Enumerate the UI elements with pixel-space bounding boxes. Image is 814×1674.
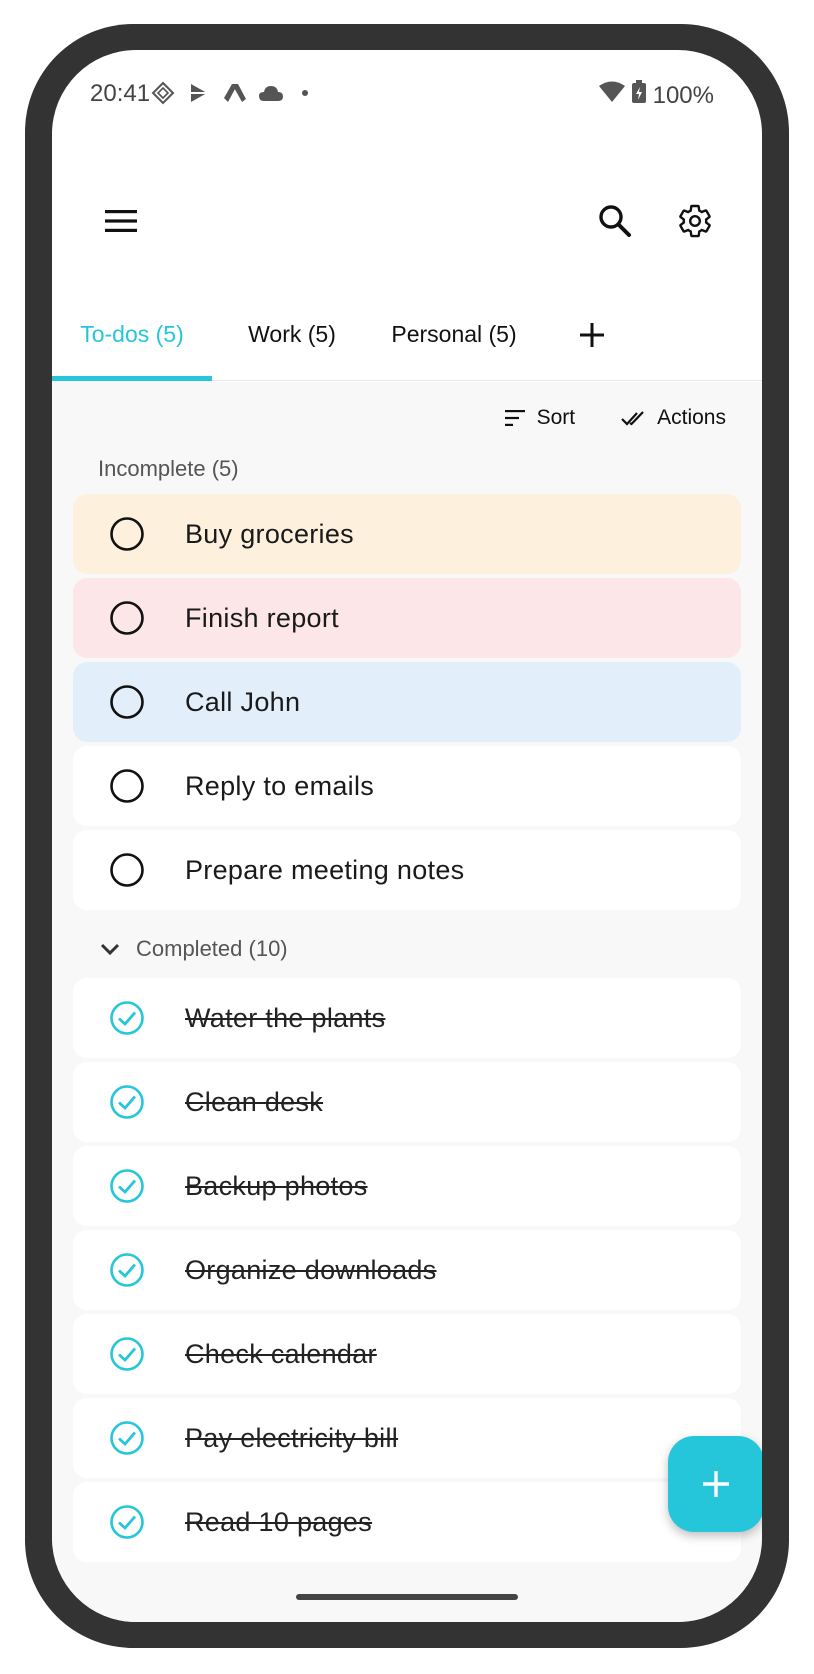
tab-personal[interactable]: Personal (5) — [374, 288, 534, 381]
status-time: 20:41 — [90, 80, 151, 107]
task-row[interactable]: Prepare meeting notes — [73, 830, 741, 910]
gear-icon[interactable] — [664, 190, 726, 252]
checked-circle-icon[interactable] — [109, 1000, 145, 1036]
completed-task-row[interactable]: Backup photos — [73, 1146, 741, 1226]
task-text: Backup photos — [185, 1170, 368, 1201]
sort-button[interactable]: Sort — [504, 406, 576, 430]
task-row[interactable]: Finish report — [73, 578, 741, 658]
checked-circle-icon[interactable] — [109, 1504, 145, 1540]
add-task-fab[interactable] — [668, 1436, 762, 1532]
unchecked-circle-icon[interactable] — [109, 600, 145, 636]
tab-bar: To-dos (5) Work (5) Personal (5) — [52, 288, 762, 381]
task-row[interactable]: Reply to emails — [73, 746, 741, 826]
task-text: Reply to emails — [185, 770, 375, 801]
tab-todos[interactable]: To-dos (5) — [52, 288, 212, 381]
sort-icon — [504, 410, 525, 426]
unchecked-circle-icon[interactable] — [109, 516, 145, 552]
checked-circle-icon[interactable] — [109, 1168, 145, 1204]
checked-circle-icon[interactable] — [109, 1420, 145, 1456]
actions-button[interactable]: Actions — [621, 406, 726, 430]
list-actions: Sort Actions — [504, 406, 726, 430]
active-tab-indicator — [52, 376, 212, 381]
completed-task-row[interactable]: Pay electricity bill — [73, 1398, 741, 1478]
checked-circle-icon[interactable] — [109, 1084, 145, 1120]
completed-task-row[interactable]: Organize downloads — [73, 1230, 741, 1310]
status-right: 100% — [598, 80, 714, 111]
unchecked-circle-icon[interactable] — [109, 768, 145, 804]
play-store-icon — [186, 80, 212, 106]
sort-label: Sort — [536, 406, 576, 429]
add-tab-button[interactable] — [562, 288, 622, 381]
task-text: Read 10 pages — [185, 1506, 373, 1537]
completed-section-label: Completed (10) — [136, 936, 288, 961]
completed-task-row[interactable]: Check calendar — [73, 1314, 741, 1394]
completed-task-row[interactable]: Clean desk — [73, 1062, 741, 1142]
home-indicator — [296, 1594, 518, 1600]
wifi-icon — [598, 81, 625, 110]
checked-circle-icon[interactable] — [109, 1252, 145, 1288]
unchecked-circle-icon[interactable] — [109, 684, 145, 720]
battery-percent: 100% — [652, 81, 714, 109]
plus-icon — [580, 322, 604, 347]
incomplete-section-label: Incomplete (5) — [98, 456, 239, 481]
cloud-icon — [258, 80, 284, 106]
plus-icon — [703, 1471, 729, 1497]
app-screen: 20:41 100% To-dos (5) Work (5) Personal … — [52, 50, 762, 1622]
status-bar: 20:41 100% — [52, 50, 762, 140]
task-text: Organize downloads — [185, 1254, 437, 1285]
task-text: Prepare meeting notes — [185, 854, 465, 885]
task-text: Clean desk — [185, 1086, 324, 1117]
hamburger-menu-icon[interactable] — [90, 190, 152, 252]
actions-label: Actions — [657, 406, 726, 429]
task-text: Pay electricity bill — [185, 1422, 399, 1453]
double-check-icon — [621, 411, 644, 426]
battery-icon — [631, 80, 647, 111]
task-text: Check calendar — [185, 1338, 377, 1369]
checked-circle-icon[interactable] — [109, 1336, 145, 1372]
completed-task-row[interactable]: Read 10 pages — [73, 1482, 741, 1562]
task-text: Call John — [185, 686, 301, 717]
unchecked-circle-icon[interactable] — [109, 852, 145, 888]
task-text: Water the plants — [185, 1002, 386, 1033]
sync-icon — [150, 80, 176, 106]
chevron-down-icon — [100, 943, 120, 956]
search-icon[interactable] — [584, 190, 646, 252]
phone-frame: 20:41 100% To-dos (5) Work (5) Personal … — [25, 24, 789, 1648]
task-text: Finish report — [185, 602, 339, 633]
task-row[interactable]: Call John — [73, 662, 741, 742]
task-row[interactable]: Buy groceries — [73, 494, 741, 574]
drive-icon — [222, 80, 248, 106]
task-text: Buy groceries — [185, 518, 354, 549]
top-app-bar — [52, 190, 762, 252]
completed-section-toggle[interactable]: Completed (10) — [98, 936, 288, 962]
completed-task-row[interactable]: Water the plants — [73, 978, 741, 1058]
tab-work[interactable]: Work (5) — [222, 288, 362, 381]
task-list-container: Sort Actions Incomplete (5) Buy grocerie… — [52, 382, 762, 1622]
dot-icon — [292, 80, 318, 106]
